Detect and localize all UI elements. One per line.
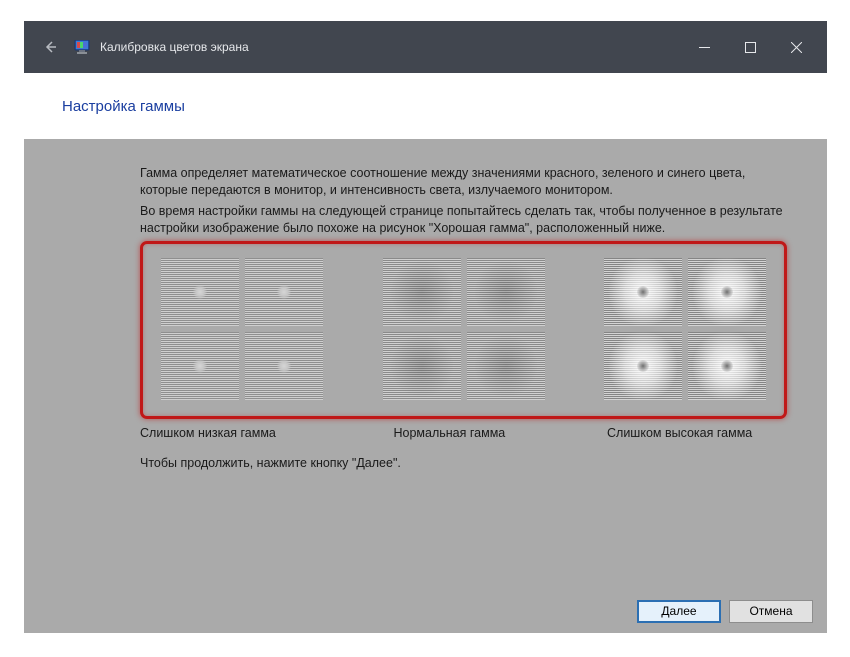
gamma-dot bbox=[604, 258, 682, 326]
gamma-dot bbox=[161, 332, 239, 400]
gamma-sample-high bbox=[600, 254, 770, 404]
gamma-samples-highlight bbox=[140, 241, 787, 419]
continue-instruction: Чтобы продолжить, нажмите кнопку "Далее"… bbox=[140, 455, 787, 472]
arrow-left-icon bbox=[42, 39, 58, 55]
calibration-window: Калибровка цветов экрана Настройка гаммы… bbox=[24, 21, 827, 633]
gamma-sample-low bbox=[157, 254, 327, 404]
minimize-button[interactable] bbox=[681, 31, 727, 63]
window-title: Калибровка цветов экрана bbox=[100, 40, 249, 54]
maximize-icon bbox=[745, 42, 756, 53]
paragraph-2: Во время настройки гаммы на следующей ст… bbox=[140, 203, 787, 237]
gamma-dot bbox=[161, 258, 239, 326]
caption-high: Слишком высокая гамма bbox=[603, 425, 787, 442]
caption-normal: Нормальная гамма bbox=[372, 425, 556, 442]
window-controls bbox=[681, 31, 819, 63]
paragraph-1: Гамма определяет математическое соотноше… bbox=[140, 165, 787, 199]
gamma-sample-normal bbox=[379, 254, 549, 404]
gamma-dot bbox=[383, 332, 461, 400]
gamma-dot bbox=[467, 332, 545, 400]
minimize-icon bbox=[699, 42, 710, 53]
caption-low: Слишком низкая гамма bbox=[140, 425, 324, 442]
gamma-dot bbox=[245, 258, 323, 326]
app-icon bbox=[74, 40, 92, 54]
gamma-dot bbox=[688, 258, 766, 326]
cancel-button[interactable]: Отмена bbox=[729, 600, 813, 623]
close-button[interactable] bbox=[773, 31, 819, 63]
footer: Далее Отмена bbox=[24, 589, 827, 633]
close-icon bbox=[791, 42, 802, 53]
content-area: Гамма определяет математическое соотноше… bbox=[24, 139, 827, 589]
gamma-dot bbox=[383, 258, 461, 326]
gamma-dot bbox=[688, 332, 766, 400]
maximize-button[interactable] bbox=[727, 31, 773, 63]
titlebar: Калибровка цветов экрана bbox=[24, 21, 827, 73]
next-button[interactable]: Далее bbox=[637, 600, 721, 623]
gamma-dot bbox=[604, 332, 682, 400]
gamma-dot bbox=[467, 258, 545, 326]
sample-captions: Слишком низкая гамма Нормальная гамма Сл… bbox=[140, 425, 787, 442]
gamma-dot bbox=[245, 332, 323, 400]
page-title: Настройка гаммы bbox=[62, 98, 185, 115]
header: Настройка гаммы bbox=[24, 73, 827, 139]
back-button[interactable] bbox=[38, 35, 62, 59]
